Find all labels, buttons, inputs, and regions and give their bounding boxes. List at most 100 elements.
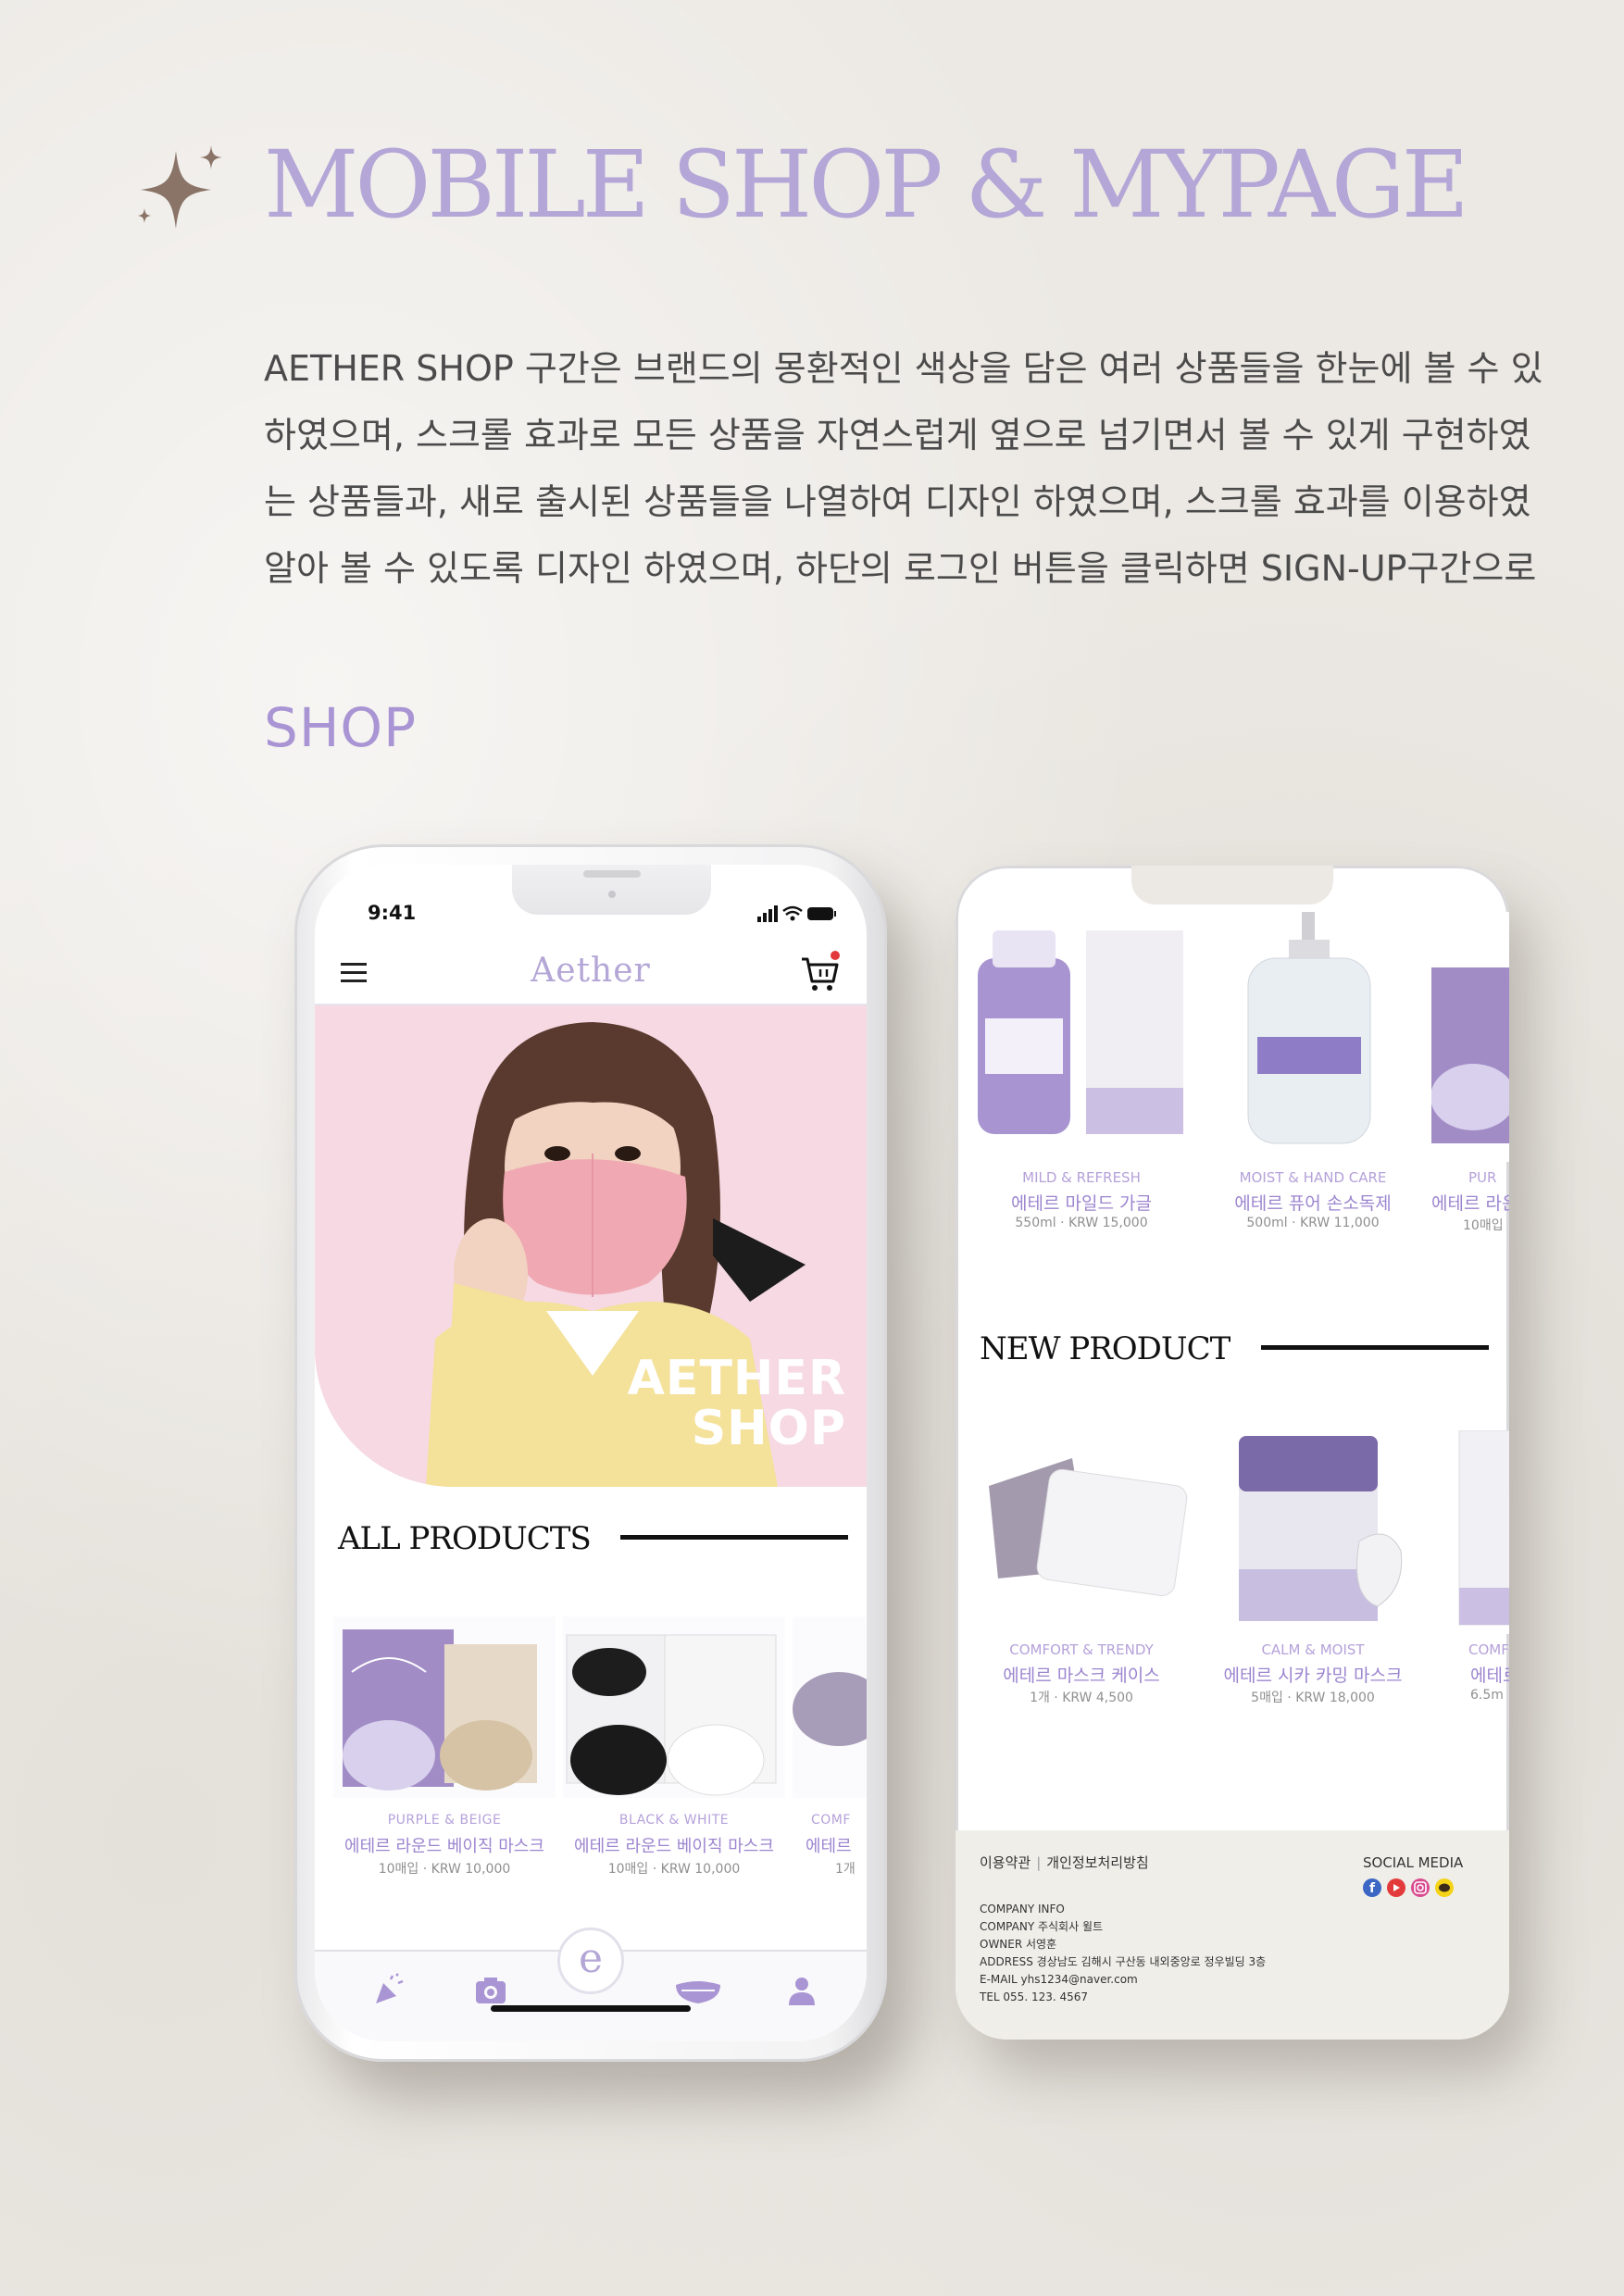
product-price: 10매입 bbox=[1463, 1218, 1504, 1233]
battery-icon bbox=[807, 907, 836, 920]
signal-icon bbox=[757, 905, 778, 922]
intro-line: 는 상품들과, 새로 출시된 상품들을 나열하여 디자인 하였으며, 스크롤 효… bbox=[264, 481, 1531, 522]
product-image bbox=[1431, 912, 1509, 1162]
footer-links: 이용약관 | 개인정보처리방침 bbox=[980, 1853, 1149, 1872]
product-price: 10매입 · KRW 10,000 bbox=[378, 1862, 511, 1877]
app-header: Aether bbox=[315, 944, 867, 1005]
celebrate-icon[interactable] bbox=[370, 1972, 407, 2009]
social-icons: f bbox=[1363, 1878, 1454, 1897]
terms-link[interactable]: 이용약관 bbox=[980, 1854, 1031, 1871]
company-owner: OWNER 서영훈 bbox=[980, 1938, 1057, 1951]
divider: | bbox=[1036, 1854, 1042, 1871]
intro-line: AETHER SHOP 구간은 브랜드의 몽환적인 색상을 담은 여러 상품들을… bbox=[264, 348, 1543, 389]
product-name: 에테르 시카 카밍 마스크 bbox=[1223, 1666, 1403, 1686]
company-address: ADDRESS 경상남도 김해시 구산동 내외중앙로 정우빌딩 3층 bbox=[980, 1955, 1267, 1968]
privacy-link[interactable]: 개인정보처리방침 bbox=[1046, 1854, 1148, 1871]
product-image bbox=[1431, 1430, 1509, 1634]
product-tag: COMF bbox=[1468, 1641, 1509, 1658]
cart-badge bbox=[831, 951, 840, 960]
instagram-icon[interactable] bbox=[1411, 1878, 1430, 1897]
phone-screen: 9:41 Aether AETHER SHOP ALL PRODUCTS PUR… bbox=[315, 865, 867, 2041]
product-card[interactable]: CALM & MOIST 에테르 시카 카밍 마스크 5매입 · KRW 18,… bbox=[1202, 1430, 1424, 1708]
svg-text:f: f bbox=[1369, 1881, 1376, 1896]
page-title: MOBILE SHOP & MYPAGE bbox=[264, 131, 1469, 239]
product-price: 550ml · KRW 15,000 bbox=[1015, 1216, 1148, 1230]
product-image bbox=[1202, 1430, 1424, 1634]
intro-paragraph: AETHER SHOP 구간은 브랜드의 몽환적인 색상을 담은 여러 상품들을… bbox=[264, 335, 1624, 602]
kakao-icon[interactable] bbox=[1435, 1878, 1454, 1897]
product-name: 에테르 퓨어 손소독제 bbox=[1234, 1193, 1392, 1214]
sparkle-icon bbox=[138, 145, 222, 229]
product-tag: PUR bbox=[1468, 1169, 1497, 1186]
product-name: 에테르 마스크 케이스 bbox=[1003, 1666, 1160, 1686]
front-camera bbox=[608, 891, 616, 898]
product-price: 500ml · KRW 11,000 bbox=[1246, 1216, 1380, 1230]
intro-line: 하였으며, 스크롤 효과로 모든 상품을 자연스럽게 옆으로 넘기면서 볼 수 … bbox=[264, 415, 1531, 455]
home-button[interactable]: e bbox=[557, 1928, 624, 1994]
heading-rule bbox=[620, 1535, 848, 1540]
product-tag: MOIST & HAND CARE bbox=[1239, 1169, 1387, 1186]
product-name: 에테르 라운드 베이직 마스크 bbox=[344, 1837, 544, 1856]
product-card[interactable]: MOIST & HAND CARE 에테르 퓨어 손소독제 500ml · KR… bbox=[1202, 912, 1424, 1230]
product-image bbox=[1202, 912, 1424, 1162]
product-card[interactable]: COMF 에테르 1개 bbox=[793, 1616, 867, 1885]
social-media-title: SOCIAL MEDIA bbox=[1363, 1854, 1464, 1871]
product-price: 1개 · KRW 4,500 bbox=[1030, 1691, 1133, 1705]
camera-icon[interactable] bbox=[472, 1972, 509, 2009]
product-card[interactable]: COMFORT & TRENDY 에테르 마스크 케이스 1개 · KRW 4,… bbox=[970, 1430, 1193, 1708]
product-card[interactable]: BLACK & WHITE 에테르 라운드 베이직 마스크 10매입 · KRW… bbox=[563, 1616, 785, 1885]
intro-line: 알아 볼 수 있도록 디자인 하였으며, 하단의 로그인 버튼을 클릭하면 SI… bbox=[264, 548, 1537, 589]
product-card[interactable]: MILD & REFRESH 에테르 마일드 가글 550ml · KRW 15… bbox=[970, 912, 1193, 1230]
product-price: 1개 bbox=[835, 1862, 856, 1877]
product-image bbox=[970, 912, 1193, 1162]
all-products-heading: ALL PRODUCTS bbox=[338, 1520, 592, 1557]
product-tag: COMF bbox=[811, 1813, 851, 1828]
user-icon[interactable] bbox=[783, 1972, 820, 2009]
mask-icon[interactable] bbox=[672, 1972, 724, 2009]
status-time: 9:41 bbox=[368, 902, 417, 924]
product-name: 에테르 마 bbox=[1470, 1666, 1509, 1686]
cart-icon[interactable] bbox=[798, 950, 843, 994]
speaker bbox=[583, 870, 641, 878]
product-card[interactable]: COMF 에테르 마 6.5m bbox=[1431, 1430, 1509, 1708]
product-image bbox=[563, 1616, 785, 1798]
phone-notch bbox=[512, 865, 711, 915]
product-image bbox=[970, 1430, 1193, 1634]
product-tag: COMFORT & TRENDY bbox=[1009, 1641, 1154, 1658]
product-name: 에테르 bbox=[806, 1837, 852, 1856]
product-price: 6.5m bbox=[1470, 1688, 1504, 1703]
company-info: COMPANY INFO COMPANY 주식회사 윌트 OWNER 서영훈 A… bbox=[980, 1901, 1266, 2006]
product-price: 10매입 · KRW 10,000 bbox=[607, 1862, 741, 1877]
hero-line: AETHER bbox=[627, 1351, 846, 1406]
company-info-title: COMPANY INFO bbox=[980, 1903, 1065, 1915]
product-price: 5매입 · KRW 18,000 bbox=[1251, 1691, 1375, 1705]
youtube-icon[interactable] bbox=[1387, 1878, 1405, 1897]
product-tag: CALM & MOIST bbox=[1261, 1641, 1365, 1658]
facebook-icon[interactable]: f bbox=[1363, 1878, 1381, 1897]
product-name: 에테르 라운드 베이직 마스크 bbox=[574, 1837, 774, 1856]
home-indicator bbox=[491, 2005, 691, 2012]
brand-logo[interactable]: Aether bbox=[315, 952, 867, 990]
section-title: SHOP bbox=[264, 696, 418, 759]
hero-banner[interactable]: AETHER SHOP bbox=[315, 1005, 867, 1487]
phone-product-list-mockup: MILD & REFRESH 에테르 마일드 가글 550ml · KRW 15… bbox=[956, 866, 1509, 2040]
product-tag: MILD & REFRESH bbox=[1022, 1169, 1141, 1186]
wifi-icon bbox=[782, 905, 803, 916]
status-icons bbox=[757, 905, 836, 922]
new-product-heading: NEW PRODUCT bbox=[980, 1330, 1230, 1367]
hero-title: AETHER SHOP bbox=[628, 1354, 846, 1454]
product-card[interactable]: PUR 에테르 라운 10매입 bbox=[1431, 912, 1509, 1233]
product-image bbox=[793, 1616, 867, 1798]
product-tag: PURPLE & BEIGE bbox=[387, 1813, 502, 1828]
company-name: COMPANY 주식회사 윌트 bbox=[980, 1920, 1104, 1933]
phone-notch bbox=[1131, 866, 1333, 905]
company-tel[interactable]: TEL 055. 123. 4567 bbox=[980, 1989, 1266, 2006]
site-footer: 이용약관 | 개인정보처리방침 SOCIAL MEDIA f COMPANY INF… bbox=[956, 1830, 1509, 2040]
heading-rule bbox=[1261, 1345, 1489, 1350]
company-email[interactable]: E-MAIL yhs1234@naver.com bbox=[980, 1971, 1266, 1989]
product-name: 에테르 라운 bbox=[1431, 1193, 1509, 1214]
product-card[interactable]: PURPLE & BEIGE 에테르 라운드 베이직 마스크 10매입 · KR… bbox=[333, 1616, 556, 1885]
product-tag: BLACK & WHITE bbox=[618, 1813, 730, 1828]
hero-line: SHOP bbox=[691, 1401, 846, 1456]
phone-shop-mockup: 9:41 Aether AETHER SHOP ALL PRODUCTS PUR… bbox=[294, 844, 887, 2062]
